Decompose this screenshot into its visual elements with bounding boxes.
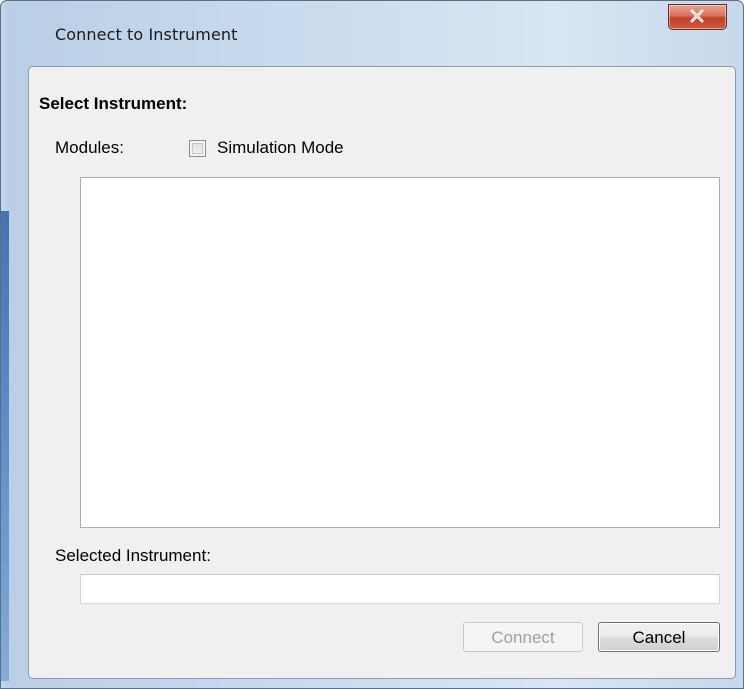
close-button[interactable] [668, 4, 727, 30]
title-bar[interactable]: Connect to Instrument [1, 1, 743, 59]
window-icon [23, 17, 41, 35]
selected-instrument-label: Selected Instrument: [55, 546, 211, 565]
cancel-button[interactable]: Cancel [598, 622, 720, 652]
modules-label: Modules: [55, 138, 124, 157]
simulation-mode-checkbox[interactable] [189, 140, 206, 157]
dialog-content: Select Instrument: Modules: Simulation M… [28, 66, 736, 679]
select-instrument-heading: Select Instrument: [39, 94, 188, 113]
window-title: Connect to Instrument [55, 25, 238, 44]
close-icon [690, 9, 704, 23]
connect-button[interactable]: Connect [463, 622, 583, 652]
dialog-window: Connect to Instrument Select Instrument:… [0, 0, 744, 689]
selected-instrument-field[interactable] [80, 574, 720, 604]
simulation-mode-label[interactable]: Simulation Mode [217, 138, 344, 158]
modules-list[interactable] [80, 177, 720, 528]
background-window-edge [1, 211, 9, 681]
